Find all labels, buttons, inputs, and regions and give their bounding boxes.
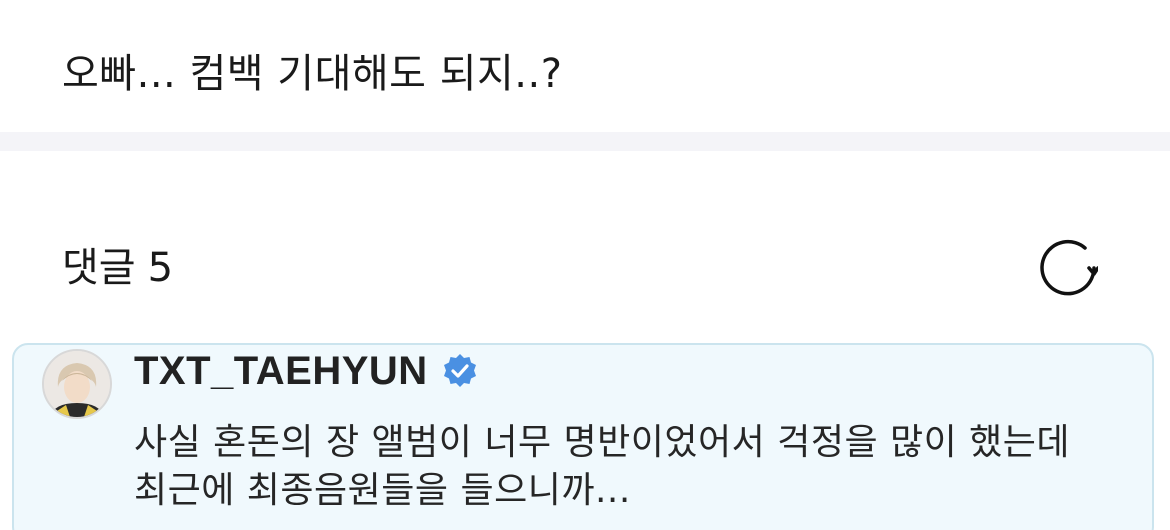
post-detail-screen: 오빠... 컴백 기대해도 되지..? 댓글 5 TXT_TAEHYUN 사실 … [0, 0, 1170, 530]
comment-author-row: TXT_TAEHYUN [134, 349, 478, 393]
comments-count: 5 [147, 245, 174, 291]
refresh-button[interactable] [1036, 236, 1100, 300]
comment-username[interactable]: TXT_TAEHYUN [134, 349, 428, 394]
comment-card-highlighted[interactable]: TXT_TAEHYUN 사실 혼돈의 장 앨범이 너무 명반이었어서 걱정을 많… [12, 343, 1154, 530]
comments-label: 댓글 [62, 245, 136, 291]
refresh-icon [1040, 239, 1098, 296]
avatar[interactable] [42, 349, 112, 419]
section-divider [0, 132, 1170, 151]
profile-photo-icon [44, 351, 110, 417]
verified-badge-icon [442, 353, 478, 389]
comment-body-text: 사실 혼돈의 장 앨범이 너무 명반이었어서 걱정을 많이 했는데 최근에 최종… [134, 422, 1071, 511]
post-body-text: 오빠... 컴백 기대해도 되지..? [62, 51, 563, 97]
comments-header: 댓글 5 [62, 242, 173, 294]
